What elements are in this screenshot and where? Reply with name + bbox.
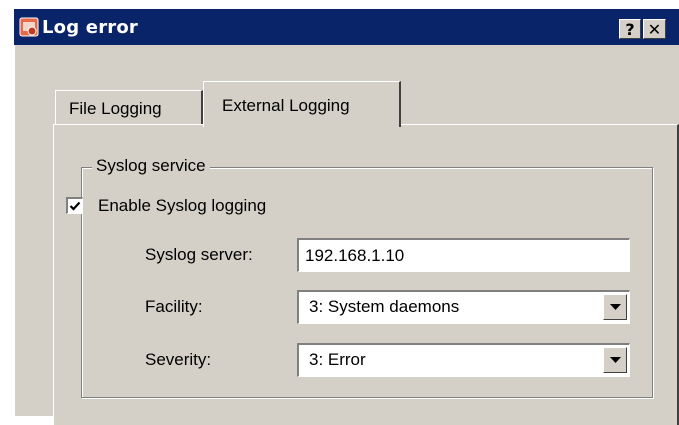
facility-dropdown-button[interactable] bbox=[603, 294, 627, 320]
tab-label: External Logging bbox=[222, 96, 350, 115]
facility-value: 3: System daemons bbox=[309, 297, 460, 316]
severity-dropdown-button[interactable] bbox=[603, 347, 627, 373]
severity-value: 3: Error bbox=[309, 350, 366, 369]
enable-syslog-label[interactable]: Enable Syslog logging bbox=[98, 196, 266, 216]
title-bar[interactable]: Log error ? ✕ bbox=[14, 9, 679, 45]
help-button[interactable]: ? bbox=[619, 19, 641, 39]
app-icon bbox=[19, 17, 39, 37]
dropdown-arrow-icon bbox=[610, 357, 621, 363]
group-label: Syslog service bbox=[92, 156, 210, 176]
tab-external-logging[interactable]: External Logging bbox=[203, 81, 401, 127]
help-icon: ? bbox=[625, 20, 635, 39]
severity-select[interactable]: 3: Error bbox=[297, 343, 630, 377]
tab-label: File Logging bbox=[69, 99, 162, 118]
severity-label: Severity: bbox=[145, 350, 212, 369]
close-button[interactable]: ✕ bbox=[643, 19, 666, 39]
dropdown-arrow-icon bbox=[610, 304, 621, 310]
facility-select[interactable]: 3: System daemons bbox=[297, 290, 630, 324]
close-icon: ✕ bbox=[647, 20, 662, 39]
facility-label: Facility: bbox=[145, 297, 203, 316]
checkmark-icon bbox=[69, 201, 81, 211]
dialog-window: Log error ? ✕ File Logging External Logg… bbox=[14, 9, 679, 425]
tab-panel: Syslog service bbox=[53, 124, 679, 425]
window-title: Log error bbox=[42, 17, 138, 38]
tab-file-logging[interactable]: File Logging bbox=[55, 90, 203, 124]
enable-syslog-checkbox[interactable] bbox=[66, 197, 83, 214]
syslog-server-label: Syslog server: bbox=[145, 245, 253, 264]
syslog-server-input[interactable] bbox=[297, 238, 630, 272]
